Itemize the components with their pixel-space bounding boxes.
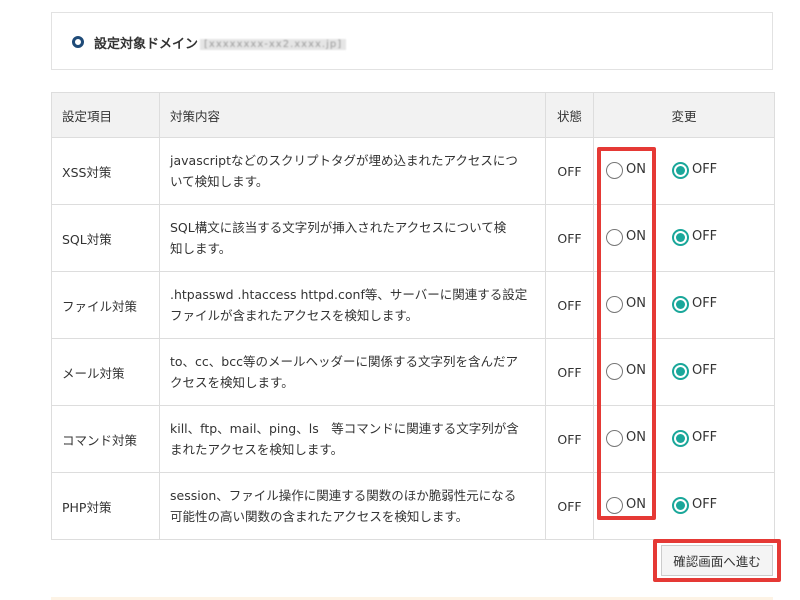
- row-description-line: javascriptなどのスクリプトタグが埋め込まれたアクセスにつ: [170, 153, 518, 168]
- radio-off-option[interactable]: OFF: [671, 295, 718, 313]
- radio-on-option[interactable]: ON: [606, 228, 646, 246]
- domain-panel: 設定対象ドメイン [xxxxxxxx-xx2.xxxx.jp]: [51, 12, 773, 70]
- radio-on-label: ON: [626, 430, 646, 445]
- radio-on-button[interactable]: [606, 497, 623, 514]
- radio-off-button[interactable]: [671, 363, 689, 380]
- row-description: SQL構文に該当する文字列が挿入されたアクセスについて検 知します。: [159, 204, 546, 272]
- domain-label: 設定対象ドメイン [xxxxxxxx-xx2.xxxx.jp]: [94, 33, 347, 52]
- row-item-name: SQL対策: [51, 204, 160, 272]
- security-settings-table: 設定項目 対策内容 状態 変更 XSS対策 javascriptなどのスクリプトタ…: [51, 92, 775, 540]
- radio-off-option[interactable]: OFF: [671, 362, 718, 380]
- row-description-line: 知します。: [170, 241, 232, 256]
- table-row: XSS対策 javascriptなどのスクリプトタグが埋め込まれたアクセスにつ いて…: [51, 137, 775, 205]
- radio-off-label: OFF: [691, 430, 718, 445]
- table-row: ファイル対策 .htpasswd .htaccess httpd.conf等、サー…: [51, 271, 775, 339]
- radio-on-label: ON: [626, 162, 646, 177]
- row-state: OFF: [545, 204, 594, 272]
- row-description: to、cc、bcc等のメールヘッダーに関係する文字列を含んだア クセスを検知します…: [159, 338, 546, 406]
- radio-off-button[interactable]: [671, 430, 689, 447]
- row-description-line: いて検知します。: [170, 174, 269, 189]
- table-row: コマンド対策 kill、ftp、mail、ping、ls 等コマンドに関連する文字…: [51, 405, 775, 473]
- row-change: ON OFF: [593, 137, 775, 205]
- table-row: メール対策 to、cc、bcc等のメールヘッダーに関係する文字列を含んだア クセスを…: [51, 338, 775, 406]
- row-state: OFF: [545, 405, 594, 473]
- radio-on-button[interactable]: [606, 296, 623, 313]
- radio-on-button[interactable]: [606, 229, 623, 246]
- row-description: kill、ftp、mail、ping、ls 等コマンドに関連する文字列が含 まれた…: [159, 405, 546, 473]
- row-description-line: ファイルが含まれたアクセスを検知します。: [170, 308, 419, 323]
- row-description-line: クセスを検知します。: [170, 375, 294, 390]
- row-change: ON OFF: [593, 271, 775, 339]
- row-description-line: to、cc、bcc等のメールヘッダーに関係する文字列を含んだア: [170, 354, 518, 369]
- header-item: 設定項目: [51, 92, 160, 138]
- circle-bullet-icon: [72, 36, 84, 48]
- radio-on-button[interactable]: [606, 363, 623, 380]
- radio-off-label: OFF: [691, 162, 718, 177]
- radio-on-option[interactable]: ON: [606, 295, 646, 313]
- radio-on-option[interactable]: ON: [606, 429, 646, 447]
- proceed-to-confirm-button[interactable]: 確認画面へ進む: [661, 545, 773, 576]
- radio-off-label: OFF: [691, 363, 718, 378]
- row-item-name: ファイル対策: [51, 271, 160, 339]
- row-description-line: 可能性の高い関数の含まれたアクセスを検知します。: [170, 509, 469, 524]
- row-description: javascriptなどのスクリプトタグが埋め込まれたアクセスにつ いて検知します…: [159, 137, 546, 205]
- row-item-name: PHP対策: [51, 472, 160, 540]
- row-state: OFF: [545, 271, 594, 339]
- domain-label-text: 設定対象ドメイン: [94, 37, 199, 52]
- radio-on-button[interactable]: [606, 430, 623, 447]
- radio-off-label: OFF: [691, 229, 718, 244]
- table-row: SQL対策 SQL構文に該当する文字列が挿入されたアクセスについて検 知します。 OF…: [51, 204, 775, 272]
- header-state: 状態: [545, 92, 594, 138]
- radio-on-label: ON: [626, 363, 646, 378]
- radio-off-label: OFF: [691, 497, 718, 512]
- row-description: session、ファイル操作に関連する関数のほか脆弱性元になる 可能性の高い関数の…: [159, 472, 546, 540]
- radio-off-button[interactable]: [671, 162, 689, 179]
- radio-on-label: ON: [626, 296, 646, 311]
- radio-off-option[interactable]: OFF: [671, 429, 718, 447]
- radio-off-button[interactable]: [671, 497, 689, 514]
- row-state: OFF: [545, 472, 594, 540]
- radio-on-option[interactable]: ON: [606, 161, 646, 179]
- table-header-row: 設定項目 対策内容 状態 変更: [51, 92, 775, 138]
- row-change: ON OFF: [593, 405, 775, 473]
- radio-off-button[interactable]: [671, 296, 689, 313]
- row-description-line: session、ファイル操作に関連する関数のほか脆弱性元になる: [170, 488, 517, 503]
- row-description-line: SQL構文に該当する文字列が挿入されたアクセスについて検: [170, 220, 507, 235]
- row-item-name: メール対策: [51, 338, 160, 406]
- row-item-name: XSS対策: [51, 137, 160, 205]
- radio-on-option[interactable]: ON: [606, 362, 646, 380]
- row-description-line: .htpasswd .htaccess httpd.conf等、サーバーに関連す…: [170, 287, 528, 302]
- row-description-line: kill、ftp、mail、ping、ls 等コマンドに関連する文字列が含: [170, 421, 519, 436]
- row-state: OFF: [545, 137, 594, 205]
- row-change: ON OFF: [593, 204, 775, 272]
- radio-on-label: ON: [626, 229, 646, 244]
- table-row: PHP対策 session、ファイル操作に関連する関数のほか脆弱性元になる 可能性の…: [51, 472, 775, 540]
- radio-on-button[interactable]: [606, 162, 623, 179]
- radio-off-label: OFF: [691, 296, 718, 311]
- radio-off-option[interactable]: OFF: [671, 496, 718, 514]
- radio-off-option[interactable]: OFF: [671, 161, 718, 179]
- radio-on-option[interactable]: ON: [606, 496, 646, 514]
- row-description: .htpasswd .htaccess httpd.conf等、サーバーに関連す…: [159, 271, 546, 339]
- radio-on-label: ON: [626, 497, 646, 512]
- row-description-line: まれたアクセスを検知します。: [170, 442, 344, 457]
- header-change: 変更: [593, 92, 775, 138]
- radio-off-option[interactable]: OFF: [671, 228, 718, 246]
- domain-value: [xxxxxxxx-xx2.xxxx.jp]: [200, 39, 347, 50]
- row-item-name: コマンド対策: [51, 405, 160, 473]
- row-state: OFF: [545, 338, 594, 406]
- row-change: ON OFF: [593, 338, 775, 406]
- header-content: 対策内容: [159, 92, 546, 138]
- radio-off-button[interactable]: [671, 229, 689, 246]
- row-change: ON OFF: [593, 472, 775, 540]
